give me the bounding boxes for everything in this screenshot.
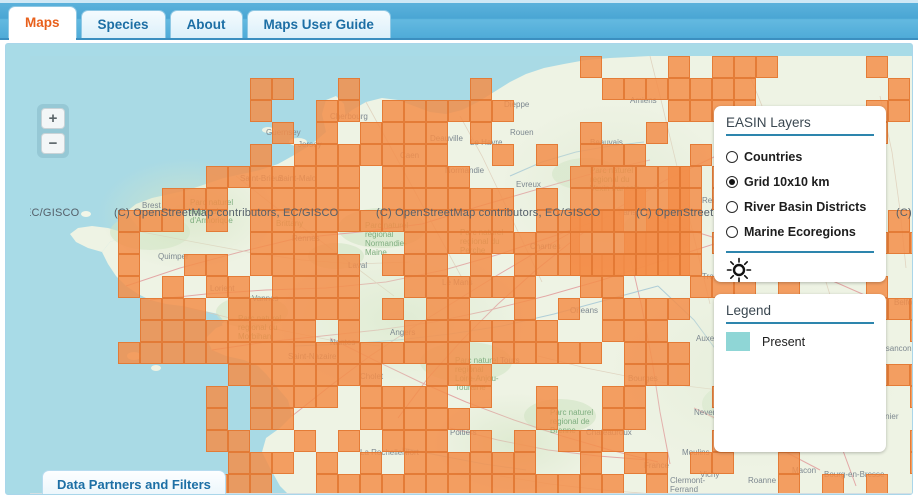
- sun-icon[interactable]: [726, 257, 752, 283]
- tab-maps-label: Maps: [25, 15, 60, 30]
- tab-about-label: About: [187, 17, 226, 32]
- radio-river-basin-districts-icon[interactable]: [726, 201, 738, 213]
- tab-list: Maps Species About Maps User Guide: [8, 4, 391, 38]
- easin-maps-app: Maps Species About Maps User Guide: [0, 0, 918, 500]
- map-place-label: Angouleme: [440, 494, 480, 495]
- layer-option-marine-ecoregions[interactable]: Marine Ecoregions: [726, 219, 874, 244]
- tab-species[interactable]: Species: [81, 10, 166, 38]
- zoom-in-button[interactable]: +: [41, 108, 65, 129]
- layer-option-countries[interactable]: Countries: [726, 144, 874, 169]
- tab-species-label: Species: [98, 17, 149, 32]
- tab-maps[interactable]: Maps: [8, 6, 77, 38]
- zoom-control: + −: [37, 104, 69, 158]
- map-panel-frame: BrittanyParc naturelregionald'ArmoriqueP…: [5, 43, 913, 495]
- layer-option-countries-label: Countries: [744, 150, 802, 164]
- legend-divider: [726, 322, 874, 324]
- layer-option-river-basin-districts-label: River Basin Districts: [744, 200, 866, 214]
- easin-layers-divider: [726, 134, 874, 136]
- legend-swatch-present: [726, 332, 750, 351]
- tab-maps-user-guide[interactable]: Maps User Guide: [247, 10, 391, 38]
- legend-title: Legend: [726, 303, 874, 322]
- tab-maps-user-guide-label: Maps User Guide: [264, 17, 374, 32]
- data-partners-and-filters-tab[interactable]: Data Partners and Filters: [42, 470, 226, 495]
- radio-grid-10x10-icon[interactable]: [726, 176, 738, 188]
- legend-panel: Legend Present: [714, 294, 886, 452]
- legend-entry-present-label: Present: [762, 335, 805, 349]
- main-tabbar: Maps Species About Maps User Guide: [0, 0, 918, 40]
- easin-layers-panel: EASIN Layers Countries Grid 10x10 km Riv…: [714, 106, 886, 282]
- layer-option-river-basin-districts[interactable]: River Basin Districts: [726, 194, 874, 219]
- easin-layers-title: EASIN Layers: [726, 115, 874, 134]
- easin-layers-bottom-divider: [726, 251, 874, 253]
- layer-option-grid-10x10[interactable]: Grid 10x10 km: [726, 169, 874, 194]
- zoom-out-button[interactable]: −: [41, 133, 65, 154]
- tab-content-maps: BrittanyParc naturelregionald'ArmoriqueP…: [0, 40, 918, 500]
- tab-about[interactable]: About: [170, 10, 243, 38]
- legend-entry-present: Present: [726, 332, 874, 351]
- radio-marine-ecoregions-icon[interactable]: [726, 226, 738, 238]
- layer-option-marine-ecoregions-label: Marine Ecoregions: [744, 225, 856, 239]
- radio-countries-icon[interactable]: [726, 151, 738, 163]
- layer-option-grid-10x10-label: Grid 10x10 km: [744, 175, 829, 189]
